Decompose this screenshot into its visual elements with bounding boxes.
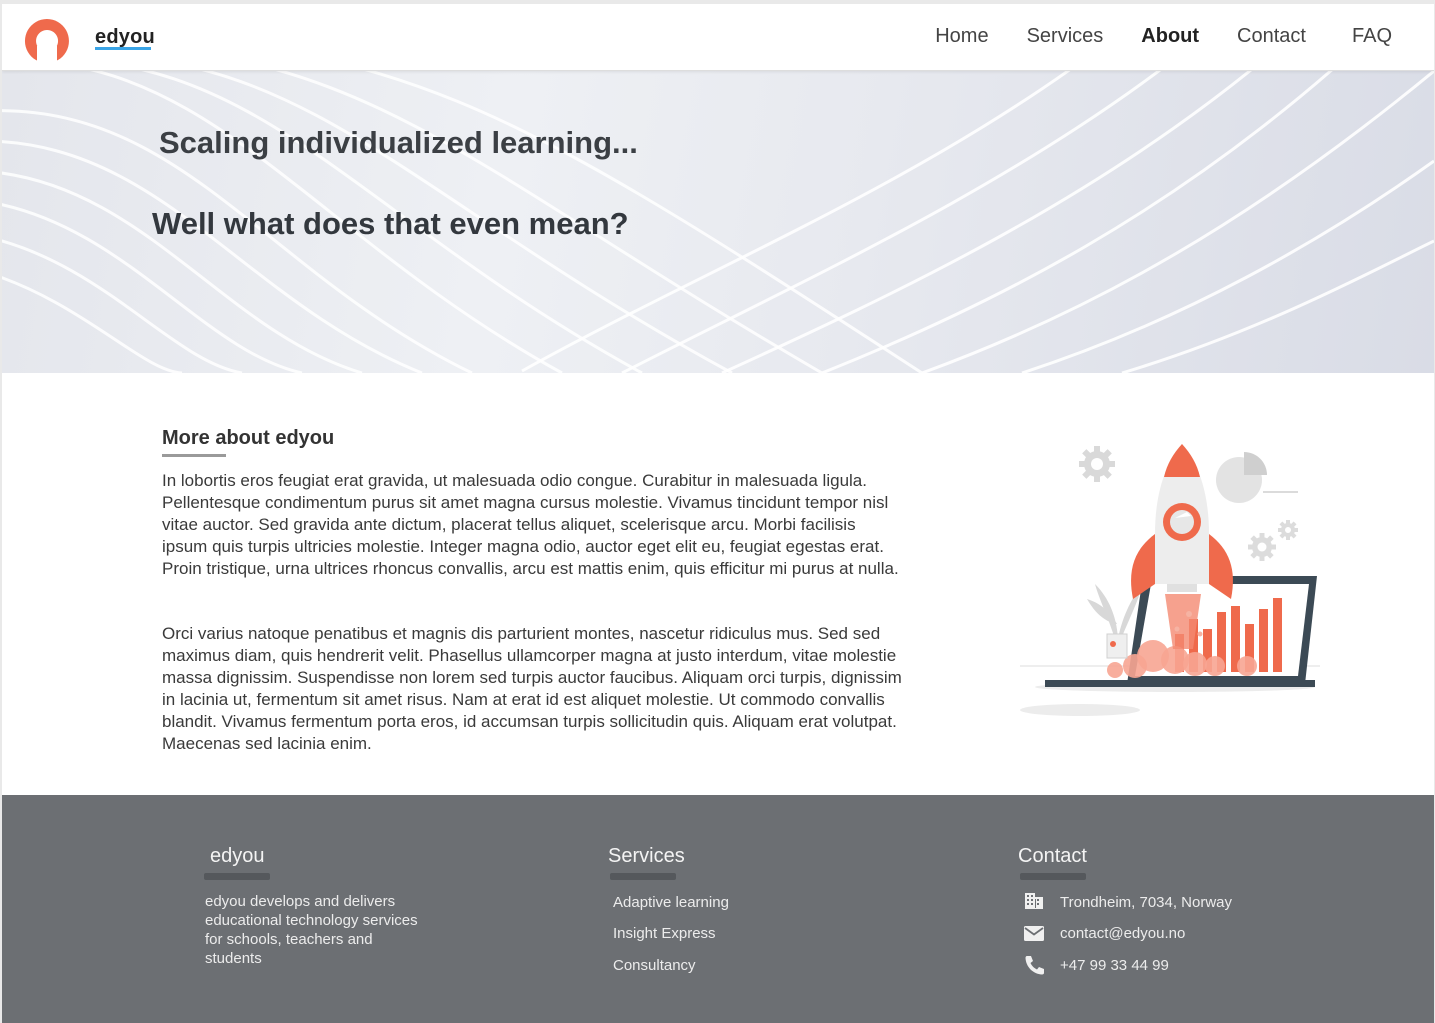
footer-contact-title: Contact (1018, 845, 1087, 867)
phone-icon (1025, 956, 1044, 975)
about-section-title: More about edyou (162, 427, 335, 449)
nav-contact[interactable]: Contact (1237, 25, 1306, 48)
logo-icon[interactable] (22, 16, 72, 62)
nav-home[interactable]: Home (935, 25, 988, 48)
site-header: edyou Home Services About Contact FAQ (2, 4, 1434, 71)
about-paragraph-1: In lobortis eros feugiat erat gravida, u… (162, 471, 899, 578)
nav-faq[interactable]: FAQ (1352, 25, 1392, 48)
brand-underline (95, 47, 151, 50)
about-paragraph-2: Orci varius natoque penatibus et magnis … (162, 624, 902, 753)
footer-about-text: edyou develops and delivers educational … (205, 893, 418, 967)
footer-email-link[interactable]: contact@edyou.no (1060, 925, 1185, 942)
footer-services-divider (610, 873, 676, 880)
footer-services-title: Services (608, 845, 685, 867)
about-title-underline (162, 454, 226, 457)
hero-banner: Scaling individualized learning... Well … (2, 71, 1434, 373)
footer-contact-divider (1020, 873, 1086, 880)
footer-service-insight-express[interactable]: Insight Express (613, 925, 716, 942)
footer-about-title: edyou (210, 845, 265, 867)
footer-address: Trondheim, 7034, Norway (1060, 894, 1233, 911)
page: edyou Home Services About Contact FAQ Sc… (2, 4, 1434, 1023)
footer-about-divider (204, 873, 270, 880)
rocket-launch-illustration (1020, 444, 1320, 716)
brand-name-link[interactable]: edyou (95, 26, 155, 49)
footer-phone-link[interactable]: +47 99 33 44 99 (1060, 957, 1169, 974)
site-footer: edyou edyou develops and delivers educat… (2, 795, 1434, 1023)
mail-icon (1024, 926, 1044, 941)
footer-service-adaptive-learning[interactable]: Adaptive learning (613, 894, 729, 911)
main-nav: Home Services About Contact FAQ (897, 25, 1392, 48)
nav-services[interactable]: Services (1027, 25, 1104, 48)
hero-headline: Scaling individualized learning... (159, 125, 638, 160)
hero-subheadline: Well what does that even mean? (152, 206, 629, 241)
nav-about[interactable]: About (1141, 25, 1199, 48)
footer-service-consultancy[interactable]: Consultancy (613, 957, 696, 974)
building-icon (1025, 893, 1043, 909)
